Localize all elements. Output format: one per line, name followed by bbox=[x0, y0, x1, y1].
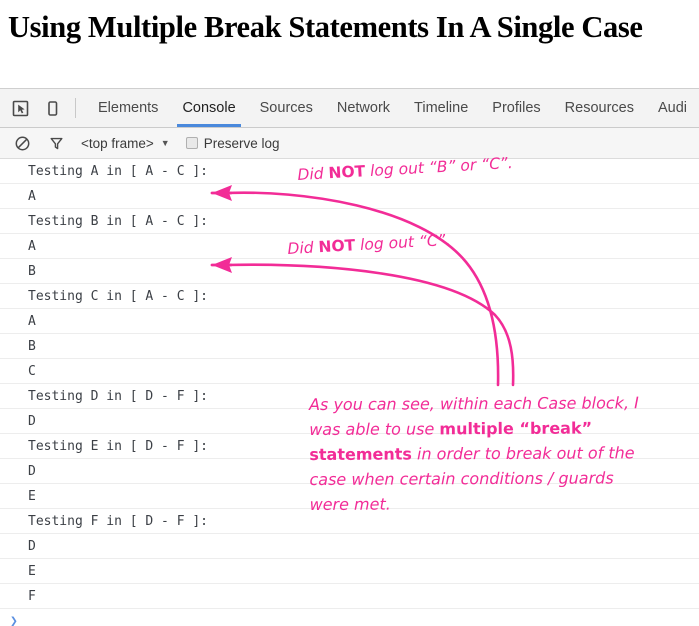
inspect-element-icon[interactable] bbox=[6, 94, 36, 122]
tab-sources[interactable]: Sources bbox=[248, 89, 325, 127]
preserve-log-checkbox[interactable] bbox=[185, 137, 198, 149]
tab-label: Profiles bbox=[492, 100, 541, 116]
preserve-log-toggle[interactable]: Preserve log bbox=[185, 135, 280, 151]
console-row: A bbox=[0, 234, 699, 259]
tab-label: Timeline bbox=[414, 100, 469, 116]
frame-selector[interactable]: <top frame> ▼ bbox=[81, 136, 170, 151]
devtools-panel: Elements Console Sources Network Timelin… bbox=[0, 88, 699, 626]
console-row: Testing B in [ A - C ]: bbox=[0, 209, 699, 234]
console-row: A bbox=[0, 309, 699, 334]
console-row: E bbox=[0, 484, 699, 509]
tab-console[interactable]: Console bbox=[170, 89, 247, 127]
tab-label: Elements bbox=[97, 100, 159, 116]
console-row: Testing D in [ D - F ]: bbox=[0, 384, 699, 409]
tab-elements[interactable]: Elements bbox=[86, 89, 170, 127]
clear-console-icon[interactable] bbox=[7, 129, 37, 157]
console-row: C bbox=[0, 359, 699, 384]
chevron-down-icon: ▼ bbox=[160, 137, 170, 148]
tab-label: Console bbox=[182, 100, 236, 116]
console-row: Testing E in [ D - F ]: bbox=[0, 434, 699, 459]
tab-label: Resources bbox=[564, 100, 634, 116]
console-row: E bbox=[0, 559, 699, 584]
tab-resources[interactable]: Resources bbox=[553, 89, 646, 127]
console-row: Testing A in [ A - C ]: bbox=[0, 159, 699, 184]
page-title: Using Multiple Break Statements In A Sin… bbox=[8, 9, 643, 44]
console-row: A bbox=[0, 184, 699, 209]
tab-label: Sources bbox=[259, 100, 313, 116]
frame-selector-label: <top frame> bbox=[81, 135, 154, 151]
console-row: Testing F in [ D - F ]: bbox=[0, 509, 699, 534]
preserve-log-label: Preserve log bbox=[203, 135, 280, 151]
console-row: Testing C in [ A - C ]: bbox=[0, 284, 699, 309]
console-row: D bbox=[0, 409, 699, 434]
console-row: D bbox=[0, 534, 699, 559]
tab-network[interactable]: Network bbox=[325, 89, 402, 127]
tab-timeline[interactable]: Timeline bbox=[402, 89, 480, 127]
tab-profiles[interactable]: Profiles bbox=[480, 89, 552, 127]
tab-label: Network bbox=[336, 100, 391, 116]
console-output[interactable]: Testing A in [ A - C ]: A Testing B in [… bbox=[0, 159, 699, 626]
console-row: B bbox=[0, 259, 699, 284]
console-filter-bar: <top frame> ▼ Preserve log bbox=[0, 128, 699, 159]
console-row: D bbox=[0, 459, 699, 484]
console-row: F bbox=[0, 584, 699, 609]
devtools-tabstrip: Elements Console Sources Network Timelin… bbox=[0, 89, 699, 128]
console-input-prompt[interactable]: ❯ bbox=[0, 609, 699, 626]
tab-label: Audi bbox=[657, 100, 687, 116]
filter-funnel-icon[interactable] bbox=[41, 129, 71, 157]
device-toolbar-icon[interactable] bbox=[38, 94, 68, 122]
toolbar-divider bbox=[75, 98, 76, 118]
console-row: B bbox=[0, 334, 699, 359]
tab-audits[interactable]: Audi bbox=[646, 89, 699, 127]
